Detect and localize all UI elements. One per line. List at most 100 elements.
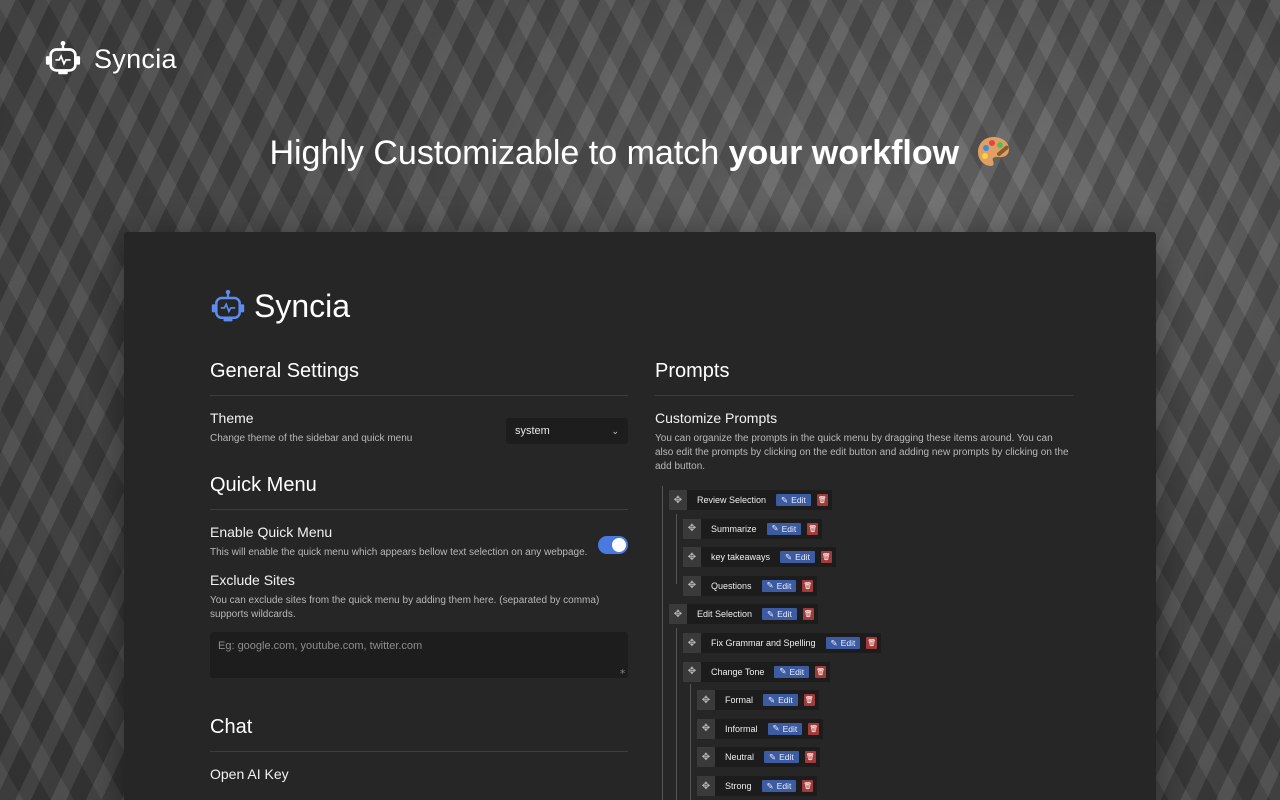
edit-button[interactable]: ✎ Edit xyxy=(774,665,810,678)
drag-handle-icon[interactable]: ✥ xyxy=(669,490,687,510)
trash-icon[interactable]: 🗑 xyxy=(820,551,832,564)
prompt-tree: ✥ Review Selection ✎ Edit 🗑 ✥ Summarize ✎ Edit 🗑 ✥… xyxy=(655,486,1073,800)
drag-handle-icon[interactable]: ✥ xyxy=(683,661,701,682)
prompt-item[interactable]: ✥ Strong ✎ Edit 🗑 xyxy=(697,776,818,796)
exclude-sites-setting: Exclude Sites You can exclude sites from… xyxy=(210,572,628,678)
prompt-item[interactable]: ✥ Edit Selection ✎ Edit 🗑 xyxy=(669,604,818,625)
prompt-item[interactable]: ✥ Change Tone ✎ Edit 🗑 xyxy=(683,661,831,682)
prompt-item[interactable]: ✥ Fix Grammar and Spelling ✎ Edit 🗑 xyxy=(683,633,882,653)
panel-brand-name: Syncia xyxy=(254,288,351,324)
edit-button[interactable]: ✎ Edit xyxy=(762,608,797,621)
trash-icon[interactable]: 🗑 xyxy=(803,694,815,707)
edit-button[interactable]: ✎ Edit xyxy=(763,694,798,707)
chat-title: Chat xyxy=(210,716,628,752)
prompt-item-label: Informal xyxy=(715,718,766,739)
trash-icon[interactable]: 🗑 xyxy=(802,579,814,592)
openai-key-label: Open AI Key xyxy=(210,766,289,782)
prompt-item-body: Change Tone ✎ Edit 🗑 xyxy=(701,661,831,682)
drag-handle-icon[interactable]: ✥ xyxy=(697,776,715,796)
robot-icon xyxy=(45,40,81,75)
tree-guide-line xyxy=(690,684,691,800)
edit-icon: ✎ xyxy=(771,523,779,534)
edit-button-label: Edit xyxy=(777,609,792,620)
edit-button[interactable]: ✎ Edit xyxy=(764,751,799,764)
headline: Highly Customizable to match your workfl… xyxy=(0,134,1280,173)
edit-button[interactable]: ✎ Edit xyxy=(776,494,811,506)
edit-icon: ✎ xyxy=(830,637,838,648)
exclude-sites-input[interactable]: Eg: google.com, youtube.com, twitter.com… xyxy=(210,632,628,678)
trash-icon[interactable]: 🗑 xyxy=(802,780,814,792)
tree-guide-line xyxy=(662,486,663,800)
edit-button[interactable]: ✎ Edit xyxy=(761,780,797,792)
theme-setting: Theme Change theme of the sidebar and qu… xyxy=(210,410,628,456)
edit-button[interactable]: ✎ Edit xyxy=(825,637,861,649)
settings-panel: Syncia General Settings Theme Change the… xyxy=(124,232,1156,800)
drag-handle-icon[interactable]: ✥ xyxy=(669,604,687,625)
edit-button-label: Edit xyxy=(779,752,794,763)
headline-bold: your workflow xyxy=(728,134,960,172)
drag-handle-icon[interactable]: ✥ xyxy=(683,633,701,653)
drag-handle-icon[interactable]: ✥ xyxy=(697,718,715,739)
trash-icon[interactable]: 🗑 xyxy=(815,665,827,678)
edit-button-label: Edit xyxy=(791,495,806,505)
prompt-item-body: Informal ✎ Edit 🗑 xyxy=(715,718,824,739)
edit-button[interactable]: ✎ Edit xyxy=(761,579,797,592)
prompt-item[interactable]: ✥ Summarize ✎ Edit 🗑 xyxy=(683,518,823,539)
prompt-item[interactable]: ✥ Informal ✎ Edit 🗑 xyxy=(697,718,824,739)
edit-button[interactable]: ✎ Edit xyxy=(767,722,803,735)
edit-icon: ✎ xyxy=(767,608,775,619)
trash-icon[interactable]: 🗑 xyxy=(808,722,820,735)
edit-button-label: Edit xyxy=(776,580,792,591)
prompt-item-label: key takeaways xyxy=(701,547,779,568)
prompt-item[interactable]: ✥ Questions ✎ Edit 🗑 xyxy=(683,575,818,596)
prompt-item-body: Formal ✎ Edit 🗑 xyxy=(715,690,819,711)
edit-icon: ✎ xyxy=(766,780,774,791)
trash-icon[interactable]: 🗑 xyxy=(807,522,819,535)
resize-handle-icon[interactable]: ∗ xyxy=(619,667,626,676)
trash-icon[interactable]: 🗑 xyxy=(802,608,814,621)
tree-guide-line xyxy=(676,514,677,584)
edit-button[interactable]: ✎ Edit xyxy=(780,551,815,564)
enable-quick-menu-label: Enable Quick Menu xyxy=(210,524,333,540)
trash-icon[interactable]: 🗑 xyxy=(866,637,878,649)
drag-handle-icon[interactable]: ✥ xyxy=(697,747,715,768)
enable-quick-menu-toggle[interactable] xyxy=(598,536,628,554)
customize-prompts-label: Customize Prompts xyxy=(655,410,778,426)
prompt-item[interactable]: ✥ Neutral ✎ Edit 🗑 xyxy=(697,747,820,768)
prompt-item-body: key takeaways ✎ Edit 🗑 xyxy=(701,547,836,568)
drag-handle-icon[interactable]: ✥ xyxy=(683,575,701,596)
trash-icon[interactable]: 🗑 xyxy=(804,751,816,764)
robot-icon xyxy=(211,289,245,321)
edit-button-label: Edit xyxy=(781,523,797,534)
theme-select[interactable]: system ⌄ xyxy=(506,418,628,444)
quick-menu-title: Quick Menu xyxy=(210,474,628,510)
drag-handle-icon[interactable]: ✥ xyxy=(683,547,701,568)
left-column: General Settings Theme Change theme of t… xyxy=(210,360,628,788)
drag-handle-icon[interactable]: ✥ xyxy=(697,690,715,711)
prompt-item-body: Neutral ✎ Edit 🗑 xyxy=(715,747,820,768)
edit-icon: ✎ xyxy=(785,551,793,562)
exclude-sites-label: Exclude Sites xyxy=(210,572,295,588)
prompt-item[interactable]: ✥ Review Selection ✎ Edit 🗑 xyxy=(669,490,832,510)
edit-button-label: Edit xyxy=(778,695,793,706)
edit-button[interactable]: ✎ Edit xyxy=(766,522,802,535)
edit-button-label: Edit xyxy=(795,552,810,563)
prompt-item-label: Summarize xyxy=(701,518,765,539)
brand-name: Syncia xyxy=(94,43,177,74)
prompt-item-body: Edit Selection ✎ Edit 🗑 xyxy=(687,604,818,625)
enable-quick-menu-setting: Enable Quick Menu This will enable the q… xyxy=(210,524,628,560)
prompt-item[interactable]: ✥ Formal ✎ Edit 🗑 xyxy=(697,690,819,711)
tree-guide-line xyxy=(676,628,677,800)
trash-icon[interactable]: 🗑 xyxy=(816,494,828,506)
prompt-item-label: Questions xyxy=(701,575,760,596)
edit-icon: ✎ xyxy=(769,751,777,762)
drag-handle-icon[interactable]: ✥ xyxy=(683,518,701,539)
edit-icon: ✎ xyxy=(766,580,774,591)
prompt-item-label: Review Selection xyxy=(687,490,775,510)
prompt-item-body: Summarize ✎ Edit 🗑 xyxy=(701,518,823,539)
prompt-item-label: Formal xyxy=(715,690,762,711)
customize-prompts-desc: You can organize the prompts in the quic… xyxy=(655,433,1069,472)
right-column: Prompts Customize Prompts You can organi… xyxy=(655,360,1073,800)
prompt-item[interactable]: ✥ key takeaways ✎ Edit 🗑 xyxy=(683,547,836,568)
prompt-item-label: Fix Grammar and Spelling xyxy=(701,633,824,653)
